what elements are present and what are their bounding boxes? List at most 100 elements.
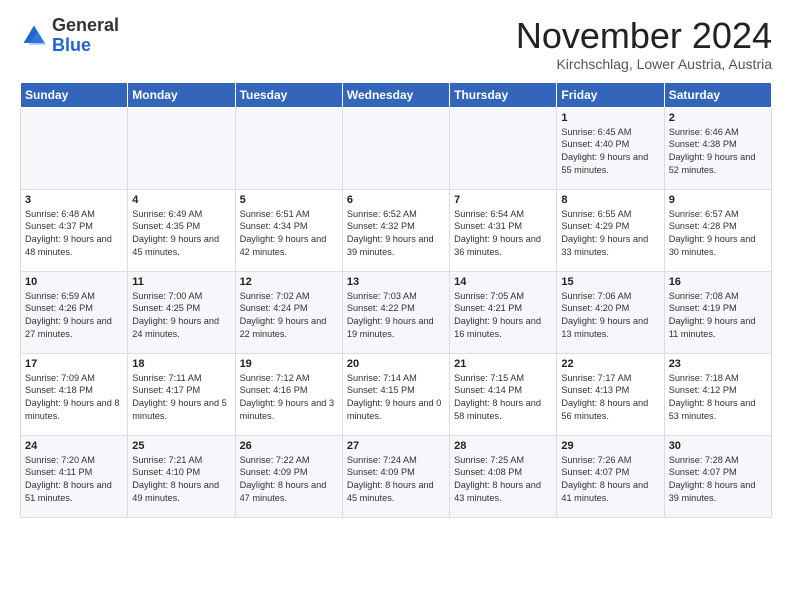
calendar-cell: 17 Sunrise: 7:09 AM Sunset: 4:18 PM Dayli… xyxy=(21,353,128,435)
day-number: 26 xyxy=(240,440,338,452)
calendar-cell: 11Sunrise: 7:00 AM Sunset: 4:25 PM Dayli… xyxy=(128,271,235,353)
calendar-cell: 18 Sunrise: 7:11 AM Sunset: 4:17 PM Dayli… xyxy=(128,353,235,435)
calendar-cell: 21 Sunrise: 7:15 AM Sunset: 4:14 PM Dayli… xyxy=(450,353,557,435)
day-content: Sunrise: 6:59 AM Sunset: 4:26 PM Dayligh… xyxy=(25,290,123,342)
calendar-cell: 13Sunrise: 7:03 AM Sunset: 4:22 PM Dayli… xyxy=(342,271,449,353)
day-number: 9 xyxy=(669,194,767,206)
day-number: 27 xyxy=(347,440,445,452)
header: General Blue November 2024 Kirchschlag, … xyxy=(20,16,772,72)
col-header-sunday: Sunday xyxy=(21,82,128,107)
col-header-saturday: Saturday xyxy=(664,82,771,107)
logo-blue-text: Blue xyxy=(52,35,91,55)
calendar-cell: 4 Sunrise: 6:49 AM Sunset: 4:35 PM Daylig… xyxy=(128,189,235,271)
day-content: Sunrise: 6:49 AM Sunset: 4:35 PM Dayligh… xyxy=(132,208,230,260)
calendar-table: SundayMondayTuesdayWednesdayThursdayFrid… xyxy=(20,82,772,518)
day-number: 21 xyxy=(454,358,552,370)
day-content: Sunrise: 7:24 AM Sunset: 4:09 PM Dayligh… xyxy=(347,454,445,506)
day-content: Sunrise: 7:12 AM Sunset: 4:16 PM Dayligh… xyxy=(240,372,338,424)
logo-icon xyxy=(20,22,48,50)
day-content: Sunrise: 7:09 AM Sunset: 4:18 PM Dayligh… xyxy=(25,372,123,424)
day-number: 11 xyxy=(132,276,230,288)
day-number: 18 xyxy=(132,358,230,370)
day-content: Sunrise: 6:52 AM Sunset: 4:32 PM Dayligh… xyxy=(347,208,445,260)
calendar-cell: 9 Sunrise: 6:57 AM Sunset: 4:28 PM Daylig… xyxy=(664,189,771,271)
day-number: 25 xyxy=(132,440,230,452)
calendar-cell: 20Sunrise: 7:14 AM Sunset: 4:15 PM Dayli… xyxy=(342,353,449,435)
week-row-1: 1 Sunrise: 6:45 AM Sunset: 4:40 PM Daylig… xyxy=(21,107,772,189)
day-number: 4 xyxy=(132,194,230,206)
day-content: Sunrise: 6:46 AM Sunset: 4:38 PM Dayligh… xyxy=(669,126,767,178)
day-content: Sunrise: 7:28 AM Sunset: 4:07 PM Dayligh… xyxy=(669,454,767,506)
day-number: 29 xyxy=(561,440,659,452)
col-header-friday: Friday xyxy=(557,82,664,107)
calendar-cell: 12 Sunrise: 7:02 AM Sunset: 4:24 PM Dayli… xyxy=(235,271,342,353)
calendar-cell xyxy=(21,107,128,189)
calendar-cell xyxy=(450,107,557,189)
day-content: Sunrise: 7:02 AM Sunset: 4:24 PM Dayligh… xyxy=(240,290,338,342)
col-header-tuesday: Tuesday xyxy=(235,82,342,107)
day-number: 15 xyxy=(561,276,659,288)
week-row-4: 17 Sunrise: 7:09 AM Sunset: 4:18 PM Dayli… xyxy=(21,353,772,435)
calendar-cell: 24Sunrise: 7:20 AM Sunset: 4:11 PM Dayli… xyxy=(21,435,128,517)
header-row: SundayMondayTuesdayWednesdayThursdayFrid… xyxy=(21,82,772,107)
calendar-cell: 2Sunrise: 6:46 AM Sunset: 4:38 PM Daylig… xyxy=(664,107,771,189)
col-header-monday: Monday xyxy=(128,82,235,107)
col-header-thursday: Thursday xyxy=(450,82,557,107)
day-number: 20 xyxy=(347,358,445,370)
day-content: Sunrise: 7:21 AM Sunset: 4:10 PM Dayligh… xyxy=(132,454,230,506)
page: General Blue November 2024 Kirchschlag, … xyxy=(0,0,792,612)
day-number: 5 xyxy=(240,194,338,206)
day-number: 30 xyxy=(669,440,767,452)
day-content: Sunrise: 7:17 AM Sunset: 4:13 PM Dayligh… xyxy=(561,372,659,424)
day-number: 16 xyxy=(669,276,767,288)
day-number: 8 xyxy=(561,194,659,206)
day-number: 1 xyxy=(561,112,659,124)
calendar-cell: 5 Sunrise: 6:51 AM Sunset: 4:34 PM Daylig… xyxy=(235,189,342,271)
day-content: Sunrise: 6:55 AM Sunset: 4:29 PM Dayligh… xyxy=(561,208,659,260)
calendar-cell: 7Sunrise: 6:54 AM Sunset: 4:31 PM Daylig… xyxy=(450,189,557,271)
day-number: 19 xyxy=(240,358,338,370)
day-number: 17 xyxy=(25,358,123,370)
day-number: 6 xyxy=(347,194,445,206)
calendar-cell: 30 Sunrise: 7:28 AM Sunset: 4:07 PM Dayli… xyxy=(664,435,771,517)
calendar-cell: 25 Sunrise: 7:21 AM Sunset: 4:10 PM Dayli… xyxy=(128,435,235,517)
day-content: Sunrise: 6:48 AM Sunset: 4:37 PM Dayligh… xyxy=(25,208,123,260)
calendar-cell: 16 Sunrise: 7:08 AM Sunset: 4:19 PM Dayli… xyxy=(664,271,771,353)
calendar-cell: 10 Sunrise: 6:59 AM Sunset: 4:26 PM Dayli… xyxy=(21,271,128,353)
day-number: 14 xyxy=(454,276,552,288)
day-number: 3 xyxy=(25,194,123,206)
day-number: 12 xyxy=(240,276,338,288)
day-number: 13 xyxy=(347,276,445,288)
location: Kirchschlag, Lower Austria, Austria xyxy=(516,56,772,72)
day-content: Sunrise: 7:06 AM Sunset: 4:20 PM Dayligh… xyxy=(561,290,659,342)
title-block: November 2024 Kirchschlag, Lower Austria… xyxy=(516,16,772,72)
day-content: Sunrise: 7:11 AM Sunset: 4:17 PM Dayligh… xyxy=(132,372,230,424)
day-content: Sunrise: 7:05 AM Sunset: 4:21 PM Dayligh… xyxy=(454,290,552,342)
week-row-2: 3 Sunrise: 6:48 AM Sunset: 4:37 PM Daylig… xyxy=(21,189,772,271)
day-content: Sunrise: 7:18 AM Sunset: 4:12 PM Dayligh… xyxy=(669,372,767,424)
week-row-5: 24Sunrise: 7:20 AM Sunset: 4:11 PM Dayli… xyxy=(21,435,772,517)
calendar-cell: 27 Sunrise: 7:24 AM Sunset: 4:09 PM Dayli… xyxy=(342,435,449,517)
col-header-wednesday: Wednesday xyxy=(342,82,449,107)
calendar-cell: 28Sunrise: 7:25 AM Sunset: 4:08 PM Dayli… xyxy=(450,435,557,517)
calendar-cell: 14 Sunrise: 7:05 AM Sunset: 4:21 PM Dayli… xyxy=(450,271,557,353)
calendar-cell xyxy=(128,107,235,189)
day-content: Sunrise: 6:51 AM Sunset: 4:34 PM Dayligh… xyxy=(240,208,338,260)
calendar-cell: 1 Sunrise: 6:45 AM Sunset: 4:40 PM Daylig… xyxy=(557,107,664,189)
calendar-cell: 26Sunrise: 7:22 AM Sunset: 4:09 PM Dayli… xyxy=(235,435,342,517)
calendar-cell: 22Sunrise: 7:17 AM Sunset: 4:13 PM Dayli… xyxy=(557,353,664,435)
calendar-cell xyxy=(342,107,449,189)
day-content: Sunrise: 7:15 AM Sunset: 4:14 PM Dayligh… xyxy=(454,372,552,424)
day-content: Sunrise: 6:57 AM Sunset: 4:28 PM Dayligh… xyxy=(669,208,767,260)
day-number: 10 xyxy=(25,276,123,288)
calendar-cell: 8 Sunrise: 6:55 AM Sunset: 4:29 PM Daylig… xyxy=(557,189,664,271)
day-number: 23 xyxy=(669,358,767,370)
calendar-cell: 3 Sunrise: 6:48 AM Sunset: 4:37 PM Daylig… xyxy=(21,189,128,271)
calendar-cell: 19 Sunrise: 7:12 AM Sunset: 4:16 PM Dayli… xyxy=(235,353,342,435)
day-content: Sunrise: 7:08 AM Sunset: 4:19 PM Dayligh… xyxy=(669,290,767,342)
logo-general-text: General xyxy=(52,15,119,35)
day-content: Sunrise: 6:45 AM Sunset: 4:40 PM Dayligh… xyxy=(561,126,659,178)
calendar-cell xyxy=(235,107,342,189)
day-number: 24 xyxy=(25,440,123,452)
calendar-cell: 23 Sunrise: 7:18 AM Sunset: 4:12 PM Dayli… xyxy=(664,353,771,435)
